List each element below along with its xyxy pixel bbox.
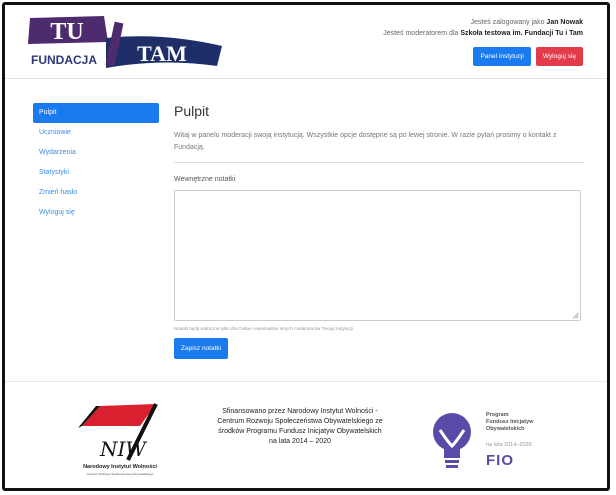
- niw-logo-text: NIW: [99, 437, 147, 461]
- logout-button[interactable]: Wyloguj się: [535, 47, 583, 66]
- notes-label: Wewnętrzne notatki: [174, 176, 236, 183]
- fundacja-tu-i-tam-logo[interactable]: TU FUNDACJA TAM: [22, 14, 227, 72]
- sidebar-item-wyloguj[interactable]: Wyloguj się: [33, 203, 159, 223]
- logo-tam: TAM: [137, 41, 187, 66]
- resize-handle-icon[interactable]: [572, 312, 579, 319]
- fio-bulb-icon: [433, 413, 471, 468]
- notes-wrapper: [174, 190, 581, 321]
- main-content: Pulpit Witaj w panelu moderacji swoją in…: [174, 103, 584, 359]
- intro-text: Witaj w panelu moderacji swoją instytucj…: [174, 130, 584, 163]
- fio-line-2: Fundusz Inicjatyw: [486, 419, 534, 425]
- sidebar-item-wydarzenia[interactable]: Wydarzenia: [33, 143, 159, 163]
- niw-flag-icon: NIW: [78, 403, 158, 461]
- logo-tu: TU: [50, 19, 83, 45]
- header-buttons: Panel instytucji Wyloguj się: [473, 47, 583, 66]
- logo-fundacja: FUNDACJA: [31, 53, 97, 67]
- funding-text: Sfinansowano przez Narodowy Instytut Wol…: [217, 408, 383, 445]
- logged-in-line: Jesteś zalogowany jako Jan Nowak: [383, 17, 583, 28]
- footer: NIW Narodowy Instytut Wolności Centrum R…: [5, 381, 607, 488]
- moderator-line: Jesteś moderatorem dla Szkoła testowa im…: [383, 28, 583, 39]
- notes-textarea[interactable]: [174, 190, 581, 321]
- sidebar-item-uczniowie[interactable]: Uczniowie: [33, 123, 159, 143]
- notes-hint: Notatki będą widoczne tylko dla Ciebie i…: [174, 326, 355, 331]
- sidebar-item-zmien-haslo[interactable]: Zmień hasło: [33, 183, 159, 203]
- sidebar: Pulpit Uczniowie Wydarzenia Statystyki Z…: [33, 103, 159, 223]
- fio-word: FIO: [486, 452, 514, 469]
- niw-name: Narodowy Instytut Wolności: [83, 464, 157, 470]
- panel-institution-button[interactable]: Panel instytucji: [473, 47, 531, 66]
- sidebar-item-statystyki[interactable]: Statystyki: [33, 163, 159, 183]
- sidebar-item-pulpit[interactable]: Pulpit: [33, 103, 159, 123]
- save-notes-button[interactable]: Zapisz notatki: [174, 338, 229, 359]
- fio-line-1: Program: [486, 412, 509, 418]
- institution-name: Szkoła testowa im. Fundacji Tu i Tam: [460, 30, 583, 37]
- user-info: Jesteś zalogowany jako Jan Nowak Jesteś …: [383, 17, 583, 39]
- page-title: Pulpit: [174, 103, 210, 119]
- header: TU FUNDACJA TAM Jesteś zalogowany jako J…: [5, 5, 607, 79]
- niw-logo: NIW Narodowy Instytut Wolności Centrum R…: [60, 392, 180, 482]
- fio-logo: Program Fundusz Inicjatyw Obywatelskich …: [430, 406, 570, 476]
- app-frame: TU FUNDACJA TAM Jesteś zalogowany jako J…: [2, 2, 610, 491]
- fio-years: na lata 2014–2020: [486, 442, 532, 448]
- fio-program-name: Program Fundusz Inicjatyw Obywatelskich: [486, 412, 533, 433]
- logged-in-prefix: Jesteś zalogowany jako: [470, 19, 545, 26]
- user-name: Jan Nowak: [546, 19, 583, 26]
- fio-line-3: Obywatelskich: [486, 426, 525, 432]
- moderator-prefix: Jesteś moderatorem dla: [383, 30, 459, 37]
- niw-subtitle: Centrum Rozwoju Społeczeństwa Obywatelsk…: [86, 472, 154, 476]
